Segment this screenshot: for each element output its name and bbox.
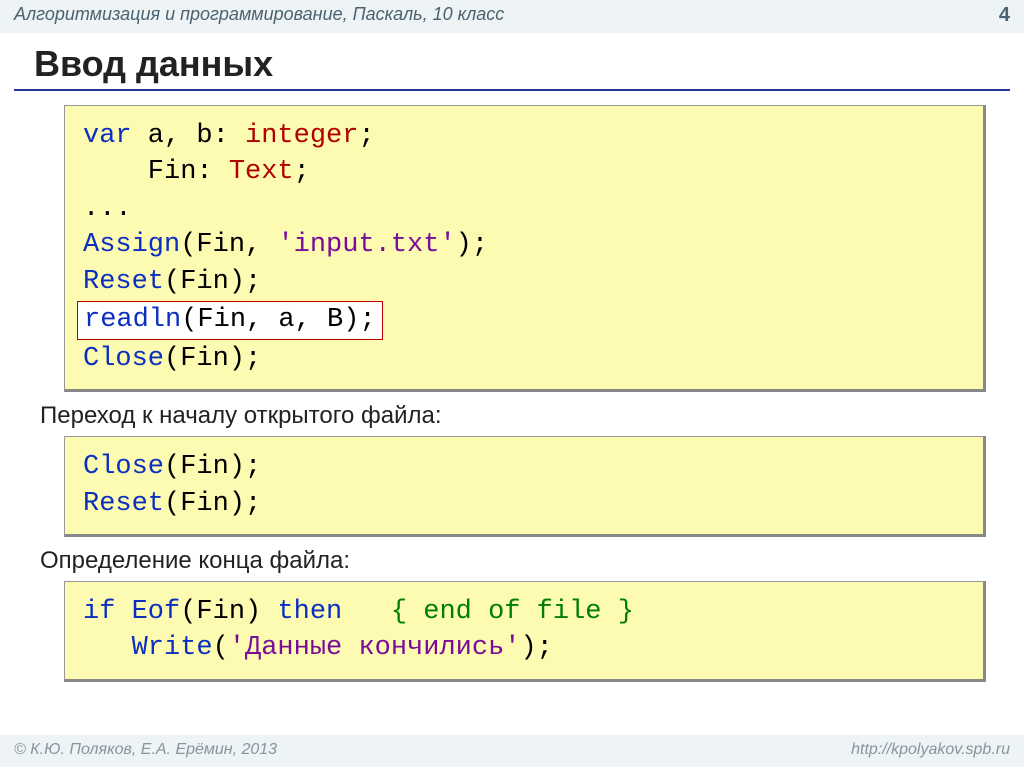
fn-readln: readln — [84, 305, 181, 335]
code-line: Write('Данные кончились'); — [83, 630, 967, 666]
footer-bar: © К.Ю. Поляков, Е.А. Ерёмин, 2013 http:/… — [0, 735, 1024, 767]
caption-eof: Определение конца файла: — [40, 547, 1024, 575]
fn-reset: Reset — [83, 267, 164, 297]
code-block-2: Close(Fin); Reset(Fin); — [64, 436, 986, 537]
type-integer: integer — [245, 121, 358, 151]
highlight-box: readln(Fin, a, B); — [77, 301, 383, 339]
footer-url: http://kpolyakov.spb.ru — [851, 741, 1010, 759]
type-text: Text — [229, 157, 294, 187]
code-line: Close(Fin); — [83, 449, 967, 485]
code-block-1: var a, b: integer; Fin: Text; ... Assign… — [64, 105, 986, 392]
caption-restart: Переход к началу открытого файла: — [40, 402, 1024, 430]
breadcrumb: Алгоритмизация и программирование, Паска… — [14, 4, 504, 27]
fn-assign: Assign — [83, 230, 180, 260]
code-line: Reset(Fin); — [83, 486, 967, 522]
keyword-var: var — [83, 121, 132, 151]
string-literal: 'Данные кончились' — [229, 633, 521, 663]
code-line: readln(Fin, a, B); — [83, 300, 967, 340]
fn-reset: Reset — [83, 489, 164, 519]
fn-close: Close — [83, 452, 164, 482]
code-line: if Eof(Fin) then { end of file } — [83, 594, 967, 630]
fn-eof: Eof — [115, 597, 180, 627]
code-line: Fin: Text; — [83, 154, 967, 190]
code-line: Close(Fin); — [83, 341, 967, 377]
page-number: 4 — [999, 4, 1010, 27]
code-line: Reset(Fin); — [83, 264, 967, 300]
comment: { end of file } — [391, 597, 634, 627]
code-block-3: if Eof(Fin) then { end of file } Write('… — [64, 581, 986, 682]
copyright: © К.Ю. Поляков, Е.А. Ерёмин, 2013 — [14, 741, 277, 759]
code-line: var a, b: integer; — [83, 118, 967, 154]
keyword-then: then — [277, 597, 342, 627]
page-title: Ввод данных — [34, 43, 1024, 85]
title-underline — [14, 89, 1010, 91]
breadcrumb-bar: Алгоритмизация и программирование, Паска… — [0, 0, 1024, 33]
string-literal: 'input.txt' — [277, 230, 455, 260]
code-line: ... — [83, 191, 967, 227]
fn-close: Close — [83, 344, 164, 374]
code-line: Assign(Fin, 'input.txt'); — [83, 227, 967, 263]
fn-write: Write — [132, 633, 213, 663]
keyword-if: if — [83, 597, 115, 627]
